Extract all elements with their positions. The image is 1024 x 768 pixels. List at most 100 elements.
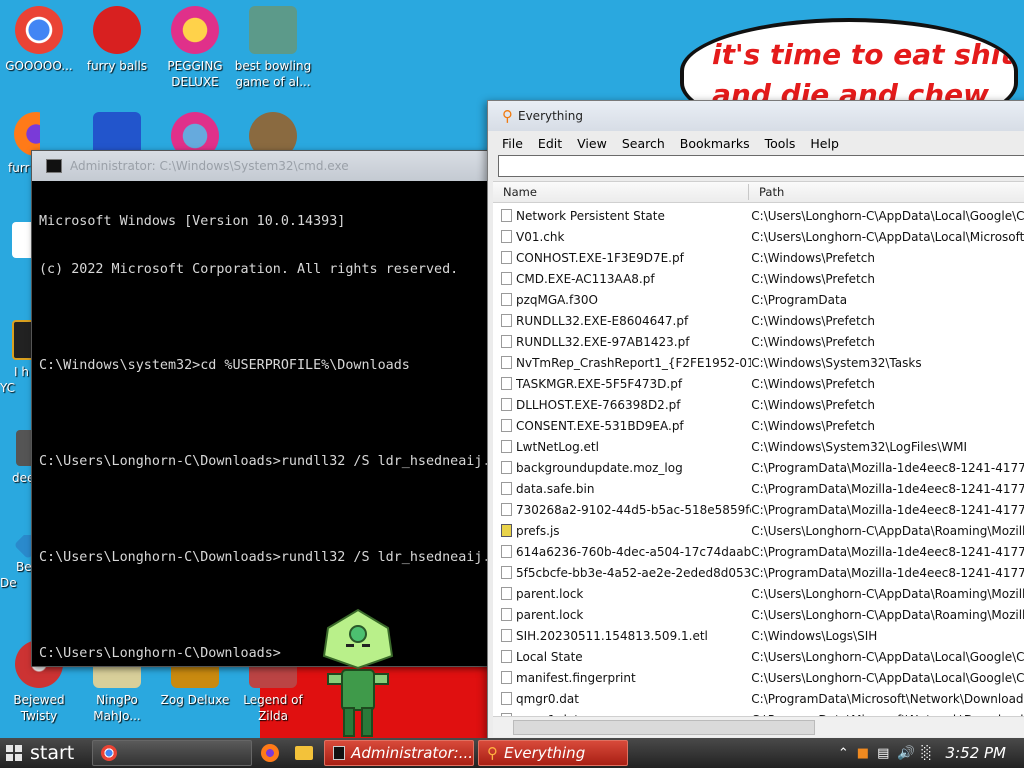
result-row[interactable]: CONSENT.EXE-531BD9EA.pf C:\Windows\Prefet… [493, 415, 1024, 436]
pegging-icon [171, 6, 219, 54]
result-row[interactable]: CMD.EXE-AC113AA8.pf C:\Windows\Prefetch [493, 268, 1024, 289]
taskbar-cmd-button[interactable]: Administrator:... [324, 740, 474, 766]
result-name: pzqMGA.f30O [516, 292, 598, 307]
console-icon [333, 746, 346, 760]
cmd-title: Administrator: C:\Windows\System32\cmd.e… [70, 159, 349, 173]
result-name: CMD.EXE-AC113AA8.pf [516, 271, 655, 286]
taskbar-cmd-label: Administrator:... [351, 744, 473, 762]
result-path: C:\Windows\System32\LogFiles\WMI [751, 439, 967, 454]
result-row[interactable]: 614a6236-760b-4dec-a504-17c74daab187 C:\P… [493, 541, 1024, 562]
start-label: start [30, 742, 75, 764]
volume-icon[interactable]: 🔊 [897, 746, 913, 761]
menu-file[interactable]: File [496, 136, 532, 151]
result-row[interactable]: 730268a2-9102-44d5-b5ac-518e5859fcff C:\P… [493, 499, 1024, 520]
speech-icon[interactable]: ░ [922, 746, 932, 761]
tray-chevron-icon[interactable]: ⌃ [838, 746, 849, 761]
everything-titlebar[interactable]: ⚲ Everything [488, 101, 1024, 131]
menu-search[interactable]: Search [616, 136, 674, 151]
result-row[interactable]: CONHOST.EXE-1F3E9D7E.pf C:\Windows\Prefet… [493, 247, 1024, 268]
desktop-icon-pegging[interactable]: PEGGING DELUXE [156, 6, 234, 90]
bubble-line-1: it's time to eat shit [712, 38, 1014, 71]
menu-bar: File Edit View Search Bookmarks Tools He… [488, 131, 1024, 155]
result-row[interactable]: parent.lock C:\Users\Longhorn-C\AppData\R… [493, 604, 1024, 625]
result-row[interactable]: qmgr0.dat C:\ProgramData\Microsoft\Networ… [493, 688, 1024, 709]
desktop-icon-label: Zog Deluxe [160, 693, 230, 707]
file-icon [501, 419, 512, 432]
horizontal-scrollbar[interactable] [493, 716, 1024, 737]
result-row[interactable]: data.safe.bin C:\ProgramData\Mozilla-1de4… [493, 478, 1024, 499]
menu-view[interactable]: View [571, 136, 616, 151]
search-box[interactable] [498, 155, 1024, 177]
result-row[interactable]: LwtNetLog.etl C:\Windows\System32\LogFile… [493, 436, 1024, 457]
result-row[interactable]: NvTmRep_CrashReport1_{F2FE1952-018... C:\… [493, 352, 1024, 373]
result-row[interactable]: prefs.js C:\Users\Longhorn-C\AppData\Roam… [493, 520, 1024, 541]
console-line: Microsoft Windows [Version 10.0.14393] [39, 214, 346, 229]
result-path: C:\ProgramData\Mozilla-1de4eec8-1241-417… [751, 481, 1024, 496]
scrollbar-thumb[interactable] [513, 720, 815, 735]
file-icon [501, 629, 512, 642]
file-icon [501, 230, 512, 243]
menu-edit[interactable]: Edit [532, 136, 571, 151]
file-icon [501, 272, 512, 285]
console-prompt[interactable]: C:\Users\Longhorn-C\Downloads> [39, 646, 485, 662]
column-path-header[interactable]: Path [759, 185, 784, 199]
taskbar-explorer-quicklaunch[interactable] [290, 739, 318, 767]
chrome-icon [101, 745, 117, 761]
result-row[interactable]: RUNDLL32.EXE-97AB1423.pf C:\Windows\Prefe… [493, 331, 1024, 352]
taskbar-firefox-quicklaunch[interactable] [256, 739, 284, 767]
file-icon [501, 293, 512, 306]
desktop-icon-furry-balls[interactable]: furry balls [78, 6, 156, 74]
cmd-titlebar[interactable]: Administrator: C:\Windows\System32\cmd.e… [32, 151, 492, 181]
desktop-icon-label: I h YC [0, 365, 29, 395]
result-row[interactable]: parent.lock C:\Users\Longhorn-C\AppData\R… [493, 583, 1024, 604]
column-resizer[interactable] [748, 184, 749, 200]
result-row[interactable]: manifest.fingerprint C:\Users\Longhorn-C\… [493, 667, 1024, 688]
column-name-header[interactable]: Name [503, 185, 537, 199]
result-path: C:\Windows\Prefetch [751, 334, 875, 349]
desktop-icon-label: GOOOOO... [5, 59, 73, 73]
everything-window[interactable]: ⚲ Everything File Edit View Search Bookm… [487, 100, 1024, 742]
taskbar-chrome-button[interactable] [92, 740, 252, 766]
result-name: V01.chk [516, 229, 565, 244]
search-input[interactable] [503, 157, 1024, 177]
result-name: data.safe.bin [516, 481, 595, 496]
menu-bookmarks[interactable]: Bookmarks [674, 136, 759, 151]
desktop-icon-chrome[interactable]: GOOOOO... [0, 6, 78, 74]
console-line: C:\Users\Longhorn-C\Downloads>rundll32 /… [39, 550, 491, 565]
result-path: C:\ProgramData\Mozilla-1de4eec8-1241-417… [751, 502, 1024, 517]
file-icon [501, 503, 512, 516]
result-row[interactable]: Local State C:\Users\Longhorn-C\AppData\L… [493, 646, 1024, 667]
results-list[interactable]: Name Path Network Persistent State C:\Use… [493, 181, 1024, 717]
network-icon[interactable]: ▤ [877, 746, 889, 761]
cmd-console-output[interactable]: Microsoft Windows [Version 10.0.14393] (… [32, 181, 492, 695]
result-row[interactable]: backgroundupdate.moz_log C:\ProgramData\M… [493, 457, 1024, 478]
taskbar-everything-button[interactable]: ⚲ Everything [478, 740, 628, 766]
folder-icon [295, 746, 313, 760]
console-icon [46, 159, 62, 173]
cmd-window[interactable]: Administrator: C:\Windows\System32\cmd.e… [31, 150, 493, 667]
result-path: C:\ProgramData\Microsoft\Network\Downloa… [751, 691, 1024, 706]
menu-help[interactable]: Help [804, 136, 848, 151]
result-name: parent.lock [516, 586, 584, 601]
tray-app-icon[interactable]: ■ [857, 746, 869, 761]
result-row[interactable]: TASKMGR.EXE-5F5F473D.pf C:\Windows\Prefet… [493, 373, 1024, 394]
start-button[interactable]: start [0, 738, 92, 768]
result-row[interactable]: RUNDLL32.EXE-E8604647.pf C:\Windows\Prefe… [493, 310, 1024, 331]
result-row[interactable]: pzqMGA.f30O C:\ProgramData [493, 289, 1024, 310]
clock[interactable]: 3:52 PM [946, 744, 1006, 762]
result-path: C:\Windows\System32\Tasks [751, 355, 922, 370]
result-row[interactable]: V01.chk C:\Users\Longhorn-C\AppData\Local… [493, 226, 1024, 247]
everything-title: Everything [518, 109, 583, 123]
result-row[interactable]: Network Persistent State C:\Users\Longhor… [493, 205, 1024, 226]
result-path: C:\ProgramData [751, 292, 848, 307]
magnifier-icon: ⚲ [487, 744, 498, 762]
bowling-icon [249, 6, 297, 54]
result-row[interactable]: SIH.20230511.154813.509.1.etl C:\Windows\… [493, 625, 1024, 646]
result-row[interactable]: DLLHOST.EXE-766398D2.pf C:\Windows\Prefet… [493, 394, 1024, 415]
menu-tools[interactable]: Tools [759, 136, 805, 151]
desktop-icon-bowling[interactable]: best bowling game of al... [234, 6, 312, 90]
result-row[interactable]: 5f5cbcfe-bb3e-4a52-ae2e-2eded8d053b0 C:\P… [493, 562, 1024, 583]
result-name: LwtNetLog.etl [516, 439, 599, 454]
result-name: Local State [516, 649, 583, 664]
